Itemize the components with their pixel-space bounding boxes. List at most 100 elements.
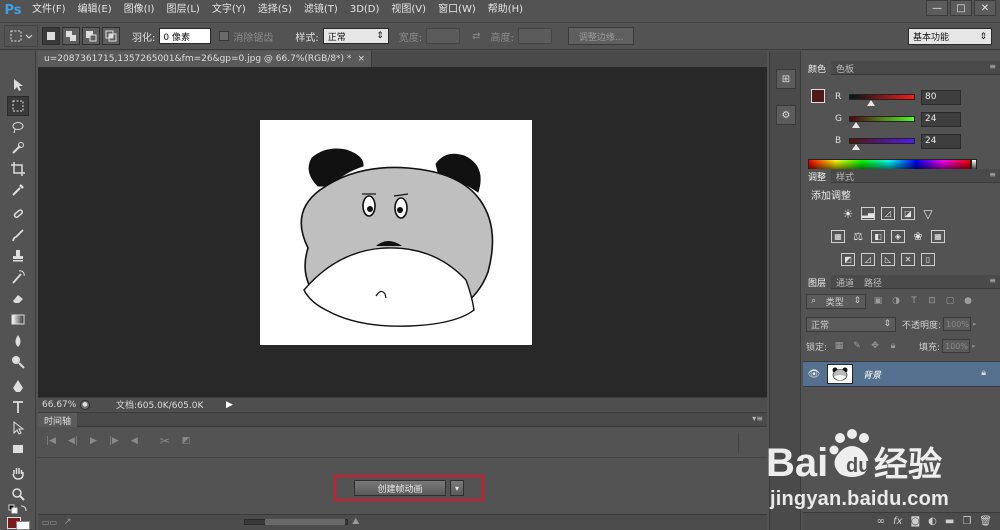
healing-brush-tool-icon[interactable] xyxy=(7,204,29,224)
swap-icon[interactable]: ⇄ xyxy=(472,31,480,42)
menu-type[interactable]: 文字(Y) xyxy=(206,0,252,20)
history-brush-tool-icon[interactable] xyxy=(7,267,29,287)
tab-swatches[interactable]: 色板 xyxy=(831,61,859,75)
green-slider-thumb[interactable] xyxy=(852,122,861,128)
foreground-color-swatch[interactable] xyxy=(811,89,825,103)
lock-all-icon[interactable]: 🔒︎ xyxy=(887,340,899,352)
menu-3d[interactable]: 3D(D) xyxy=(344,0,386,20)
antialias-checkbox[interactable] xyxy=(219,31,230,41)
refine-edge-button[interactable]: 调整边缘... xyxy=(567,27,635,45)
panel-menu-icon[interactable]: ≡ xyxy=(989,62,996,71)
zoom-tool-icon[interactable] xyxy=(7,484,29,504)
fill-arrow-icon[interactable]: ▸ xyxy=(972,342,976,350)
properties-panel-icon[interactable]: ⚙ xyxy=(776,105,796,125)
gradient-tool-icon[interactable] xyxy=(7,309,29,329)
marquee-tool-icon[interactable] xyxy=(7,96,29,116)
levels-icon[interactable]: ▂▄ xyxy=(861,207,875,220)
blue-slider[interactable] xyxy=(849,138,915,150)
opacity-arrow-icon[interactable]: ▸ xyxy=(973,320,977,328)
audio-icon[interactable]: ◀ xyxy=(131,436,138,446)
adjustment-filter-icon[interactable]: ◑ xyxy=(890,295,902,307)
eye-visibility-icon[interactable]: 👁︎ xyxy=(803,369,825,380)
smart-object-filter-icon[interactable]: ▢ xyxy=(944,295,956,307)
move-tool-icon[interactable] xyxy=(7,75,29,95)
menu-window[interactable]: 窗口(W) xyxy=(432,0,482,20)
blue-slider-thumb[interactable] xyxy=(852,144,861,150)
filter-toggle-icon[interactable]: ● xyxy=(962,295,974,307)
blue-value-field[interactable]: 24 xyxy=(921,133,961,149)
layer-kind-filter[interactable]: ⌕ 类型 ⇕ xyxy=(806,293,866,309)
red-slider-thumb[interactable] xyxy=(866,100,875,106)
panel-menu-icon[interactable]: ≡ xyxy=(989,276,996,285)
new-selection-button[interactable] xyxy=(42,27,60,45)
gradient-map-icon[interactable]: ▯ xyxy=(921,253,935,266)
first-frame-icon[interactable]: |◀ xyxy=(46,436,56,446)
tab-channels[interactable]: 通道 xyxy=(831,275,859,289)
layer-mask-icon[interactable]: ◙ xyxy=(910,516,920,527)
menu-edit[interactable]: 编辑(E) xyxy=(72,0,118,20)
feather-input[interactable] xyxy=(159,28,212,44)
width-input[interactable] xyxy=(426,28,461,44)
document-tab[interactable]: u=2087361715,1357265001&fm=26&gp=0.jpg @… xyxy=(38,51,372,67)
opacity-field[interactable]: 100% xyxy=(943,317,972,331)
tab-color[interactable]: 颜色 xyxy=(803,61,832,75)
panel-menu-icon[interactable]: ▾≡ xyxy=(752,414,763,423)
vibrance-icon[interactable]: ▽ xyxy=(921,207,935,221)
shape-filter-icon[interactable]: ⊡ xyxy=(926,295,938,307)
timeline-zoom-slider[interactable] xyxy=(244,519,348,525)
new-adjustment-layer-icon[interactable]: ◐ xyxy=(928,516,937,527)
layer-row-background[interactable]: 👁︎ 背景 🔒︎ xyxy=(803,361,1000,387)
tab-styles[interactable]: 样式 xyxy=(831,169,859,183)
posterize-icon[interactable]: ◿ xyxy=(861,253,875,266)
play-icon[interactable]: ▶ xyxy=(90,436,97,446)
eyedropper-tool-icon[interactable] xyxy=(7,180,29,200)
previous-frame-icon[interactable]: ◀| xyxy=(68,436,78,446)
fill-field[interactable]: 100% xyxy=(942,339,971,353)
rectangle-tool-icon[interactable] xyxy=(7,439,29,459)
timeline-tab[interactable]: 时间轴 xyxy=(38,413,78,427)
eraser-tool-icon[interactable] xyxy=(7,288,29,308)
info-icon[interactable]: ● xyxy=(80,399,90,410)
color-balance-icon[interactable]: ⚖ xyxy=(851,230,865,243)
close-button[interactable]: ✕ xyxy=(974,0,996,16)
type-filter-icon[interactable]: T xyxy=(908,295,920,307)
play-arrow-icon[interactable]: ▶ xyxy=(226,400,233,410)
invert-icon[interactable]: ◩ xyxy=(841,253,855,266)
zoom-slider-thumb[interactable] xyxy=(265,519,345,525)
black-white-icon[interactable]: ◧ xyxy=(871,230,885,243)
hand-tool-icon[interactable] xyxy=(7,463,29,483)
timeline-options-icon[interactable]: ▭▭ xyxy=(42,518,57,527)
lock-image-icon[interactable]: ✎ xyxy=(851,340,863,352)
green-slider[interactable] xyxy=(849,116,915,128)
next-frame-icon[interactable]: |▶ xyxy=(109,436,119,446)
selective-color-icon[interactable]: ✕ xyxy=(901,253,915,266)
menu-filter[interactable]: 滤镜(T) xyxy=(298,0,344,20)
type-tool-icon[interactable] xyxy=(7,397,29,417)
pen-tool-icon[interactable] xyxy=(7,376,29,396)
red-slider[interactable] xyxy=(849,94,915,106)
curves-icon[interactable]: ◿ xyxy=(881,207,895,220)
background-color-swatch[interactable] xyxy=(16,521,30,530)
link-layers-icon[interactable]: ∞ xyxy=(877,516,885,527)
panel-menu-icon[interactable]: ≡ xyxy=(989,170,996,179)
animation-type-dropdown-icon[interactable]: ▾ xyxy=(450,480,464,496)
convert-icon[interactable]: ↗ xyxy=(64,517,72,527)
path-selection-tool-icon[interactable] xyxy=(7,418,29,438)
blend-mode-select[interactable]: 正常 ⇕ xyxy=(806,316,896,332)
lock-transparent-icon[interactable]: ▦ xyxy=(833,340,845,352)
delete-layer-icon[interactable]: 🗑︎ xyxy=(979,516,992,527)
dodge-tool-icon[interactable] xyxy=(7,352,29,372)
restore-button[interactable]: □ xyxy=(950,0,972,16)
blur-tool-icon[interactable] xyxy=(7,331,29,351)
color-lookup-icon[interactable]: ▦ xyxy=(931,230,945,243)
intersect-selection-button[interactable] xyxy=(102,27,120,45)
tab-layers[interactable]: 图层 xyxy=(803,275,832,289)
subtract-selection-button[interactable] xyxy=(82,27,100,45)
new-layer-icon[interactable]: ❐ xyxy=(962,516,971,527)
workspace-select[interactable]: 基本功能 ⇕ xyxy=(908,28,992,45)
quick-selection-tool-icon[interactable] xyxy=(7,138,29,158)
zoom-level[interactable]: 66.67% xyxy=(42,400,80,410)
transition-icon[interactable]: ◩ xyxy=(182,436,191,446)
tool-preset-picker[interactable] xyxy=(4,25,38,47)
threshold-icon[interactable]: ◺ xyxy=(881,253,895,266)
